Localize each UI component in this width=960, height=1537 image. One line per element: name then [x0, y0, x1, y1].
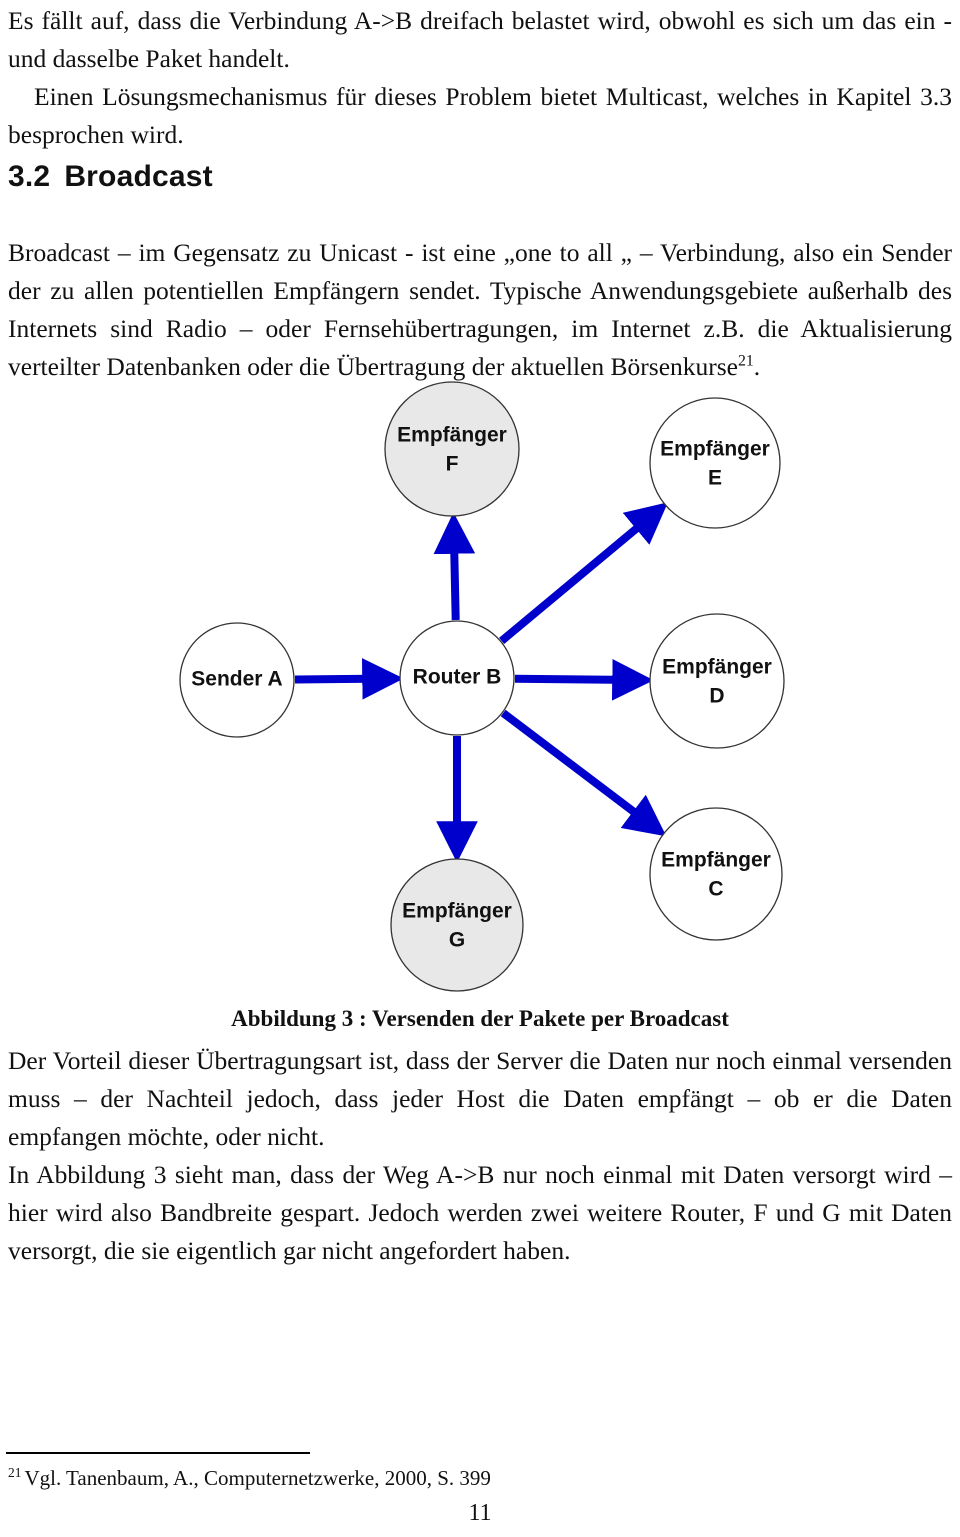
diagram-node-b[interactable]: Router B — [399, 620, 515, 736]
node-circle-d — [649, 613, 785, 749]
node-label-f-line-1: Empfänger — [397, 424, 507, 447]
node-circle-c — [649, 807, 783, 941]
footnote: 21 Vgl. Tanenbaum, A., Computernetzwerke,… — [8, 1466, 708, 1491]
node-circle-g — [390, 858, 524, 992]
footnote-marker: 21 — [8, 1465, 22, 1480]
diagram-arrow-b-to-d — [514, 658, 654, 701]
page-number: 11 — [468, 1500, 492, 1526]
node-label-c-line-2: C — [708, 878, 723, 901]
figure-caption: Abbildung 3 : Versenden der Pakete per B… — [231, 1006, 729, 1031]
node-label-b-line-1: Router B — [413, 666, 502, 689]
node-circle-f — [384, 381, 520, 517]
after-paragraph-1: Der Vorteil dieser Übertragungsart ist, … — [8, 1046, 952, 1151]
intro-paragraph: Broadcast – im Gegensatz zu Unicast - is… — [8, 234, 952, 386]
node-label-d-line-1: Empfänger — [662, 656, 772, 679]
node-label-g-line-1: Empfänger — [402, 900, 512, 923]
diagram-node-g[interactable]: Empfänger G — [390, 858, 524, 992]
footnote-separator-rule — [6, 1452, 310, 1454]
diagram-node-e[interactable]: Empfänger E — [649, 397, 781, 529]
node-label-e-line-1: Empfänger — [660, 438, 770, 461]
top-paragraph-line-1: Es fällt auf, dass die Verbindung A->B d… — [8, 6, 952, 73]
top-paragraph-line-2: Einen Lösungsmechanismus für dieses Prob… — [8, 82, 952, 149]
intro-paragraph-block: Broadcast – im Gegensatz zu Unicast - is… — [8, 234, 952, 386]
diagram-arrow-b-to-f — [433, 512, 476, 621]
broadcast-diagram: Sender A Router B Empfänger F Empfänger E Empf… — [0, 372, 960, 1002]
diagram-node-f[interactable]: Empfänger F — [384, 381, 520, 517]
diagram-node-c[interactable]: Empfänger C — [649, 807, 783, 941]
after-paragraph-2: In Abbildung 3 sieht man, dass der Weg A… — [8, 1160, 952, 1265]
node-circle-e — [649, 397, 781, 529]
node-label-e-line-2: E — [708, 467, 722, 490]
node-label-d-line-2: D — [709, 685, 724, 708]
diagram-canvas: Sender A Router BEmpfängerFEmpfängerEEmpf… — [179, 381, 785, 992]
footnote-text: Vgl. Tanenbaum, A., Computernetzwerke, 2… — [24, 1466, 491, 1490]
section-heading: 3.2 Broadcast — [8, 160, 213, 194]
section-heading-number: 3.2 — [8, 160, 51, 193]
section-heading-title: Broadcast — [64, 160, 213, 193]
diagram-node-d[interactable]: Empfänger D — [649, 613, 785, 749]
node-label-f-line-2: F — [446, 453, 459, 476]
diagram-arrow-b-to-c — [500, 709, 667, 837]
diagram-node-a[interactable]: Sender A — [179, 622, 295, 738]
diagram-arrow-a-to-b — [294, 658, 404, 700]
top-paragraph-block: Es fällt auf, dass die Verbindung A->B d… — [8, 2, 952, 154]
diagram-node-layer: Sender A Router BEmpfängerFEmpfängerEEmpf… — [179, 381, 785, 992]
document-page: Es fällt auf, dass die Verbindung A->B d… — [0, 0, 960, 1537]
node-label-c-line-1: Empfänger — [661, 849, 771, 872]
node-label-a-line-1: Sender A — [191, 668, 282, 691]
node-label-g-line-2: G — [449, 929, 465, 952]
diagram-arrow-b-to-e — [499, 502, 669, 644]
after-paragraph-block-2: In Abbildung 3 sieht man, dass der Weg A… — [8, 1156, 952, 1270]
intro-paragraph-text: Broadcast – im Gegensatz zu Unicast - is… — [8, 238, 952, 381]
footnote-reference-marker[interactable]: 21 — [738, 353, 754, 370]
after-paragraph-block-1: Der Vorteil dieser Übertragungsart ist, … — [8, 1042, 952, 1156]
